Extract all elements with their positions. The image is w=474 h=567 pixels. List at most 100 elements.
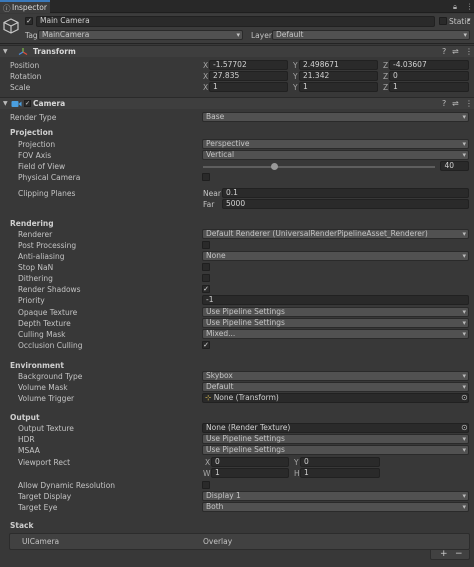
object-picker-icon[interactable]: ⊙ (461, 423, 468, 432)
anti-aliasing-dropdown[interactable]: None (202, 251, 469, 261)
foldout-arrow-icon[interactable]: ▼ (3, 100, 8, 107)
rotation-y-field[interactable]: 21.342 (299, 71, 378, 81)
camera-header[interactable]: ▼ ✓ Camera ? ⇌ ⋮ (0, 97, 474, 109)
camera-enabled-checkbox[interactable]: ✓ (24, 100, 31, 107)
lock-icon[interactable]: 🔒︎ (453, 2, 457, 12)
post-processing-checkbox[interactable] (202, 241, 210, 249)
static-checkbox[interactable] (439, 17, 447, 25)
output-heading[interactable]: Output (10, 413, 40, 422)
physical-camera-checkbox[interactable] (202, 173, 210, 181)
dynamic-resolution-row: Allow Dynamic Resolution (0, 480, 474, 491)
viewport-x-label[interactable]: X (205, 458, 210, 467)
renderer-dropdown[interactable]: Default Renderer (UniversalRenderPipelin… (202, 229, 469, 239)
physical-camera-label: Physical Camera (18, 173, 81, 182)
stack-item-name[interactable]: UICamera (22, 537, 59, 546)
axis-y-label[interactable]: Y (293, 61, 298, 70)
remove-button[interactable]: − (455, 549, 463, 559)
component-menu-icon[interactable]: ⋮ (465, 47, 473, 56)
rotation-row: Rotation X 27.835 Y 21.342 Z 0 (0, 71, 474, 82)
occlusion-culling-row: Occlusion Culling ✓ (0, 340, 474, 351)
axis-x-label[interactable]: X (203, 61, 208, 70)
active-checkbox[interactable]: ✓ (25, 17, 33, 25)
viewport-w-field[interactable]: 1 (211, 468, 289, 478)
projection-heading[interactable]: Projection (10, 128, 53, 137)
viewport-h-label[interactable]: H (294, 469, 300, 478)
presets-icon[interactable]: ⇌ (452, 47, 459, 56)
stack-heading[interactable]: Stack (10, 521, 33, 530)
tab-more-icon[interactable]: ⋮ (466, 2, 474, 11)
depth-texture-row: Depth Texture Use Pipeline Settings (0, 318, 474, 329)
layer-dropdown[interactable]: Default ▾ (272, 30, 470, 40)
axis-z-label[interactable]: Z (383, 61, 388, 70)
culling-mask-dropdown[interactable]: Mixed... (202, 329, 469, 339)
stop-nan-label: Stop NaN (18, 263, 54, 272)
fov-slider-thumb[interactable] (271, 163, 279, 170)
render-type-dropdown[interactable]: Base (202, 112, 469, 122)
background-type-dropdown[interactable]: Skybox (202, 371, 469, 381)
target-display-dropdown[interactable]: Display 1 (202, 491, 469, 501)
projection-dropdown[interactable]: Perspective (202, 139, 469, 149)
output-texture-field[interactable]: None (Render Texture) (202, 423, 469, 433)
clipping-planes-row: Clipping Planes Near 0.1 Far 5000 (0, 188, 474, 212)
rendering-heading[interactable]: Rendering (10, 219, 54, 228)
fov-axis-dropdown[interactable]: Vertical (202, 150, 469, 160)
axis-x-label[interactable]: X (203, 83, 208, 92)
object-name-field[interactable]: Main Camera (36, 16, 435, 27)
fov-value-field[interactable]: 40 (440, 161, 469, 171)
opaque-texture-dropdown[interactable]: Use Pipeline Settings (202, 307, 469, 317)
rotation-z-field[interactable]: 0 (389, 71, 469, 81)
axis-x-label[interactable]: X (203, 72, 208, 81)
axis-z-label[interactable]: Z (383, 72, 388, 81)
viewport-x-field[interactable]: 0 (211, 457, 289, 467)
axis-z-label[interactable]: Z (383, 83, 388, 92)
help-icon[interactable]: ? (442, 47, 446, 56)
position-z-field[interactable]: -4.03607 (389, 60, 469, 70)
occlusion-culling-checkbox[interactable]: ✓ (202, 341, 210, 349)
tab-inspector[interactable]: ⓘ Inspector (0, 0, 50, 13)
position-x-field[interactable]: -1.57702 (209, 60, 288, 70)
environment-heading[interactable]: Environment (10, 361, 64, 370)
viewport-y-field[interactable]: 0 (300, 457, 380, 467)
far-field[interactable]: 5000 (222, 199, 469, 209)
priority-field[interactable]: -1 (202, 295, 469, 305)
scale-y-field[interactable]: 1 (299, 82, 378, 92)
stop-nan-checkbox[interactable] (202, 263, 210, 271)
volume-trigger-value: None (Transform) (213, 393, 279, 402)
transform-header[interactable]: ▼ Transform ? ⇌ ⋮ (0, 45, 474, 57)
hdr-dropdown[interactable]: Use Pipeline Settings (202, 434, 469, 444)
tag-dropdown[interactable]: MainCamera ▾ (38, 30, 243, 40)
presets-icon[interactable]: ⇌ (452, 99, 459, 108)
fov-slider-track[interactable] (203, 166, 435, 168)
volume-trigger-field[interactable]: ⊹ None (Transform) (202, 393, 469, 403)
viewport-w-label[interactable]: W (203, 469, 210, 478)
dynamic-resolution-checkbox[interactable] (202, 481, 210, 489)
viewport-y-label[interactable]: Y (294, 458, 299, 467)
volume-mask-dropdown[interactable]: Default (202, 382, 469, 392)
foldout-arrow-icon[interactable]: ▼ (3, 48, 8, 55)
dithering-checkbox[interactable] (202, 274, 210, 282)
tab-title: Inspector (12, 3, 47, 12)
axis-y-label[interactable]: Y (293, 72, 298, 81)
viewport-h-field[interactable]: 1 (300, 468, 380, 478)
camera-title: Camera (33, 99, 66, 108)
render-shadows-checkbox[interactable]: ✓ (202, 285, 210, 293)
post-processing-label: Post Processing (18, 241, 77, 250)
rotation-x-field[interactable]: 27.835 (209, 71, 288, 81)
dynamic-resolution-label: Allow Dynamic Resolution (18, 481, 116, 490)
tag-label: Tag (25, 31, 38, 40)
depth-texture-dropdown[interactable]: Use Pipeline Settings (202, 318, 469, 328)
render-type-label: Render Type (10, 113, 57, 122)
msaa-row: MSAA Use Pipeline Settings (0, 445, 474, 456)
position-y-field[interactable]: 2.498671 (299, 60, 378, 70)
component-menu-icon[interactable]: ⋮ (465, 99, 473, 108)
help-icon[interactable]: ? (442, 99, 446, 108)
scale-x-field[interactable]: 1 (209, 82, 288, 92)
near-field[interactable]: 0.1 (222, 188, 469, 198)
add-button[interactable]: + (440, 549, 448, 559)
target-eye-dropdown[interactable]: Both (202, 502, 469, 512)
static-dropdown-icon[interactable]: ▾ (467, 16, 471, 24)
msaa-dropdown[interactable]: Use Pipeline Settings (202, 445, 469, 455)
object-picker-icon[interactable]: ⊙ (461, 393, 468, 402)
axis-y-label[interactable]: Y (293, 83, 298, 92)
scale-z-field[interactable]: 1 (389, 82, 469, 92)
